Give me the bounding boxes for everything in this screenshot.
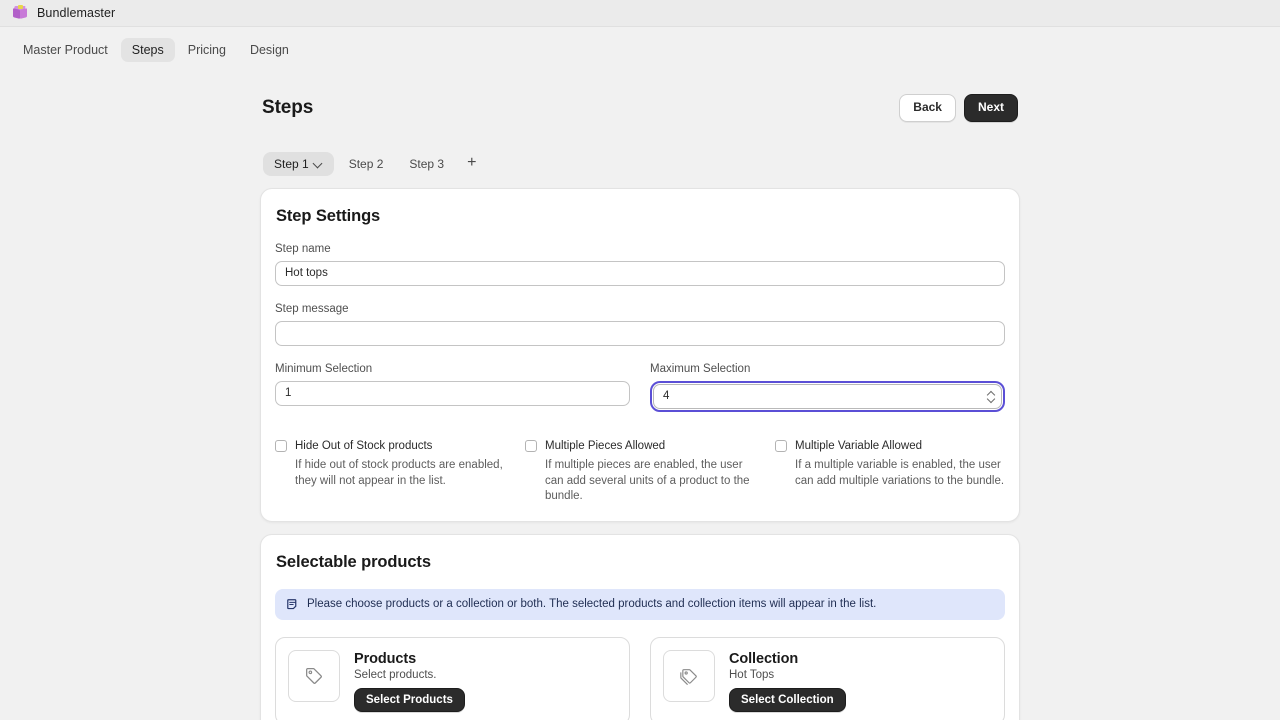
step-tab-3[interactable]: Step 3 <box>398 152 455 176</box>
info-banner-text: Please choose products or a collection o… <box>307 597 877 610</box>
step-settings-title: Step Settings <box>276 206 381 225</box>
add-step-button[interactable]: + <box>459 153 484 175</box>
collection-thumbnail <box>663 649 715 702</box>
nav-tab-design[interactable]: Design <box>239 38 300 62</box>
app-title: Bundlemaster <box>37 6 116 20</box>
selection-limits-row: Minimum Selection Maximum Selection <box>275 363 1005 412</box>
back-button[interactable]: Back <box>899 94 956 122</box>
multiple-pieces-help: If multiple pieces are enabled, the user… <box>545 459 750 503</box>
stepper-down-icon[interactable] <box>987 397 996 402</box>
maximum-selection-label: Maximum Selection <box>650 362 751 375</box>
option-hide-out-of-stock: Hide Out of Stock products If hide out o… <box>275 439 505 505</box>
product-source-grid: Products Select products. Select Product… <box>275 636 1005 720</box>
select-products-button[interactable]: Select Products <box>354 687 465 712</box>
multiple-variable-label: Multiple Variable Allowed <box>795 439 922 452</box>
next-button[interactable]: Next <box>963 94 1018 122</box>
tag-icon <box>306 667 322 684</box>
maximum-selection-field: Maximum Selection <box>650 363 1005 412</box>
note-icon <box>287 598 297 609</box>
collection-source-card[interactable]: Collection Hot Tops Select Collection <box>650 636 1005 720</box>
nav-tab-pricing[interactable]: Pricing <box>177 38 237 62</box>
products-source-body: Products Select products. Select Product… <box>354 650 465 712</box>
products-source-card[interactable]: Products Select products. Select Product… <box>275 636 630 720</box>
step-name-field: Step name <box>275 243 1005 286</box>
step-name-input[interactable] <box>275 260 1005 286</box>
number-stepper[interactable] <box>987 390 996 402</box>
maximum-selection-focus-ring <box>650 380 1005 412</box>
page-header: Steps Back Next <box>260 94 1020 122</box>
minimum-selection-label: Minimum Selection <box>275 362 373 375</box>
app-bar: Bundlemaster <box>0 0 1280 27</box>
option-multiple-variable: Multiple Variable Allowed If a multiple … <box>775 439 1005 505</box>
collection-source-subtitle: Hot Tops <box>729 668 775 681</box>
selectable-products-title: Selectable products <box>276 552 431 571</box>
info-banner: Please choose products or a collection o… <box>275 588 1005 620</box>
step-name-label: Step name <box>275 242 331 255</box>
step-tab-2[interactable]: Step 2 <box>338 152 395 176</box>
hide-out-of-stock-help: If hide out of stock products are enable… <box>295 459 503 487</box>
step-tab-bar: Step 1 Step 2 Step 3 + <box>260 151 1020 176</box>
page-content: Steps Back Next Step 1 Step 2 Step 3 + S… <box>0 72 1280 720</box>
multiple-pieces-checkbox[interactable] <box>525 439 537 452</box>
option-multiple-pieces: Multiple Pieces Allowed If multiple piec… <box>525 439 755 505</box>
nav-tab-steps[interactable]: Steps <box>120 37 175 62</box>
step-settings-card: Step Settings Step name Step message Min… <box>260 187 1020 522</box>
header-actions: Back Next <box>899 94 1018 122</box>
step-tab-1[interactable]: Step 1 <box>263 151 334 176</box>
step-message-label: Step message <box>275 302 349 315</box>
selectable-products-card: Selectable products Please choose produc… <box>260 533 1020 720</box>
main-nav: Master Product Steps Pricing Design <box>0 27 1280 72</box>
products-thumbnail <box>288 649 340 702</box>
page-title: Steps <box>262 96 314 118</box>
chevron-down-icon <box>314 159 323 168</box>
products-source-title: Products <box>354 650 417 667</box>
step-tab-1-label: Step 1 <box>274 156 309 171</box>
select-collection-button[interactable]: Select Collection <box>729 687 846 712</box>
step-options-group: Hide Out of Stock products If hide out o… <box>275 439 1005 505</box>
hide-out-of-stock-label: Hide Out of Stock products <box>295 439 433 452</box>
products-source-subtitle: Select products. <box>354 668 437 681</box>
step-message-input[interactable] <box>275 320 1005 346</box>
step-message-field: Step message <box>275 303 1005 346</box>
multiple-variable-checkbox[interactable] <box>775 439 787 452</box>
maximum-selection-input[interactable] <box>653 383 1002 409</box>
collection-source-title: Collection <box>729 650 799 667</box>
multiple-variable-help: If a multiple variable is enabled, the u… <box>795 459 1005 487</box>
multiple-pieces-label: Multiple Pieces Allowed <box>545 439 666 452</box>
minimum-selection-input[interactable] <box>275 380 630 406</box>
minimum-selection-field: Minimum Selection <box>275 363 630 412</box>
hide-out-of-stock-checkbox[interactable] <box>275 439 287 452</box>
collection-icon <box>680 668 697 685</box>
cube-icon <box>12 5 28 21</box>
collection-source-body: Collection Hot Tops Select Collection <box>729 650 846 712</box>
nav-tab-master-product[interactable]: Master Product <box>12 38 119 62</box>
